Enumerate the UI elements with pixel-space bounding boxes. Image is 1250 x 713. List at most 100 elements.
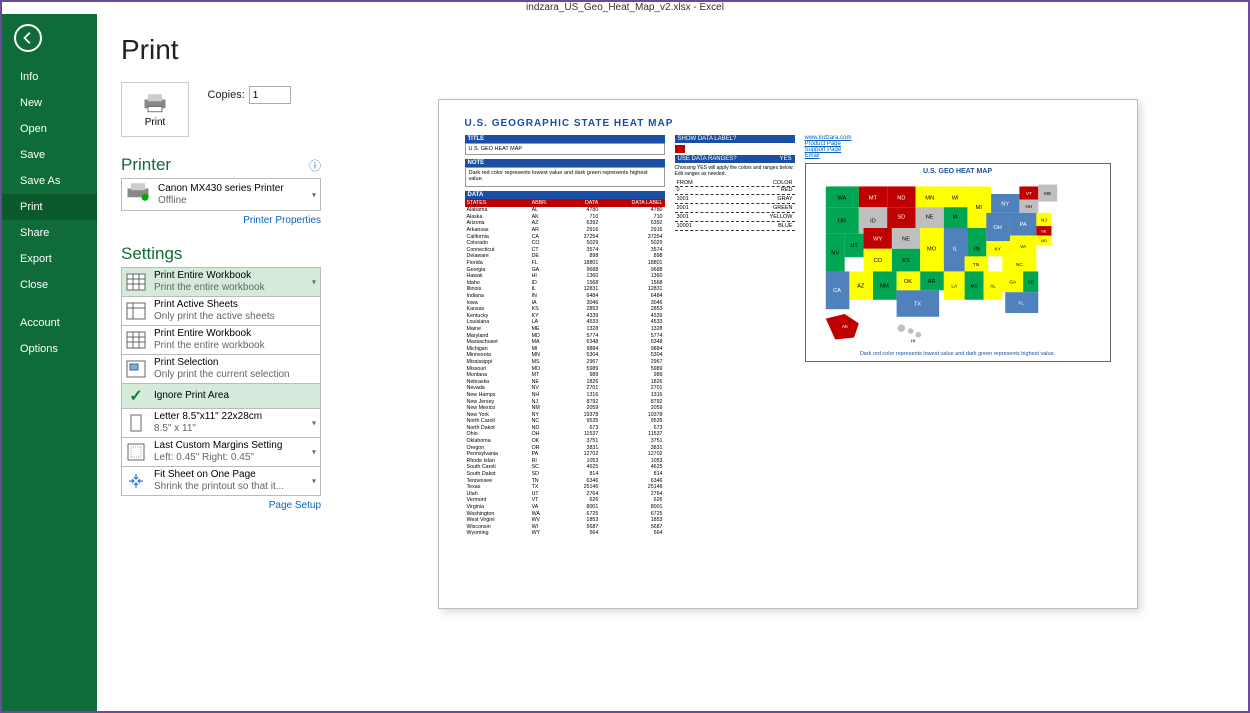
- caret-icon: ▾: [312, 278, 316, 287]
- table-row: New MexicoNM20592059: [465, 405, 665, 412]
- nav-account[interactable]: Account: [2, 310, 97, 336]
- setting-sub: Only print the active sheets: [154, 311, 275, 323]
- svg-text:CO: CO: [873, 258, 882, 264]
- svg-text:NH: NH: [1025, 204, 1032, 210]
- printer-info-icon[interactable]: ⓘ: [309, 157, 321, 174]
- printer-device-icon: [124, 181, 152, 208]
- setting-print-selection[interactable]: Print SelectionOnly print the current se…: [121, 355, 321, 384]
- svg-text:AR: AR: [927, 279, 935, 285]
- note-header: NOTE: [465, 159, 665, 167]
- setting-print-active-sheets[interactable]: Print Active SheetsOnly print the active…: [121, 297, 321, 326]
- page-icon: [124, 413, 148, 433]
- fit-icon: [124, 471, 148, 491]
- nav-close[interactable]: Close: [2, 272, 97, 298]
- table-row: New HampsNH13161316: [465, 392, 665, 399]
- table-row: WisconsinWI56875687: [465, 524, 665, 531]
- table-row: MarylandMD57745774: [465, 332, 665, 339]
- back-button[interactable]: [14, 24, 42, 52]
- nav-save-as[interactable]: Save As: [2, 168, 97, 194]
- table-row: KansasKS28532853: [465, 306, 665, 313]
- setting-scaling[interactable]: Fit Sheet on One PageShrink the printout…: [121, 467, 321, 496]
- table-row: MassachusetMA63486348: [465, 339, 665, 346]
- nav-export[interactable]: Export: [2, 246, 97, 272]
- table-row: AlaskaAK710710: [465, 214, 665, 221]
- setting-margins[interactable]: Last Custom Margins SettingLeft: 0.45" R…: [121, 438, 321, 467]
- col-states: STATES: [465, 199, 530, 207]
- range-row: 3001YELLOW: [675, 214, 795, 220]
- margins-icon: [124, 442, 148, 462]
- printer-icon: [141, 92, 169, 114]
- table-row: Rhode IslanRI10531053: [465, 458, 665, 465]
- svg-text:KS: KS: [902, 258, 910, 264]
- selection-icon: [124, 359, 148, 379]
- printer-status: Offline: [158, 195, 284, 207]
- nav-save[interactable]: Save: [2, 142, 97, 168]
- range-row: 10001BLUE: [675, 223, 795, 229]
- nav-options[interactable]: Options: [2, 336, 97, 362]
- svg-text:WA: WA: [837, 196, 846, 202]
- table-row: MinnesotaMN53045304: [465, 352, 665, 359]
- svg-text:IN: IN: [974, 247, 980, 253]
- svg-text:VA: VA: [1020, 244, 1027, 250]
- caret-icon: ▾: [312, 419, 316, 428]
- svg-text:MI: MI: [975, 205, 982, 211]
- table-row: MontanaMT989989: [465, 372, 665, 379]
- setting-sub: Print the entire workbook: [154, 282, 265, 294]
- setting-sub: Print the entire workbook: [154, 340, 265, 352]
- svg-text:HI: HI: [910, 338, 915, 344]
- table-row: North CaroliNC95359535: [465, 418, 665, 425]
- nav-open[interactable]: Open: [2, 116, 97, 142]
- svg-text:MT: MT: [868, 196, 877, 202]
- table-row: WashingtonWA67256725: [465, 510, 665, 517]
- table-row: TexasTX2514625146: [465, 484, 665, 491]
- checkmark-icon: ✓: [124, 386, 148, 406]
- table-row: FloridaFL1880118801: [465, 260, 665, 267]
- table-row: UtahUT27642764: [465, 491, 665, 498]
- svg-text:WY: WY: [873, 236, 882, 242]
- table-row: LouisianaLA45334533: [465, 319, 665, 326]
- svg-text:MD: MD: [1041, 239, 1047, 243]
- setting-print-scope-selected[interactable]: Print Entire WorkbookPrint the entire wo…: [121, 267, 321, 297]
- svg-text:AK: AK: [841, 324, 848, 330]
- page-title: Print: [121, 34, 321, 66]
- table-row: NebraskaNE18261826: [465, 378, 665, 385]
- svg-text:MS: MS: [970, 284, 977, 290]
- col-data: DATA: [566, 199, 600, 207]
- workbook-icon: [124, 272, 148, 292]
- printer-properties-link[interactable]: Printer Properties: [121, 215, 321, 226]
- table-row: OregonOR38313831: [465, 444, 665, 451]
- nav-new[interactable]: New: [2, 90, 97, 116]
- table-row: HawaiiHI13601360: [465, 273, 665, 280]
- svg-text:NM: NM: [879, 284, 888, 290]
- svg-text:ID: ID: [870, 218, 876, 224]
- setting-print-entire-workbook[interactable]: Print Entire WorkbookPrint the entire wo…: [121, 326, 321, 355]
- setting-ignore-print-area[interactable]: ✓ Ignore Print Area: [121, 384, 321, 409]
- svg-text:AL: AL: [990, 284, 996, 290]
- nav-info[interactable]: Info: [2, 64, 97, 90]
- range-row: 1001GRAY: [675, 196, 795, 202]
- svg-text:OH: OH: [993, 225, 1001, 231]
- table-row: OklahomaOK37513751: [465, 438, 665, 445]
- workbook-icon: [124, 330, 148, 350]
- svg-text:NV: NV: [831, 250, 839, 256]
- table-row: South DakotSD814814: [465, 471, 665, 478]
- printer-select[interactable]: Canon MX430 series Printer Offline ▾: [121, 178, 321, 211]
- map-title: U.S. GEO HEAT MAP: [810, 168, 1106, 175]
- copies-input[interactable]: [249, 86, 291, 104]
- nav-share[interactable]: Share: [2, 220, 97, 246]
- setting-paper-size[interactable]: Letter 8.5"x11" 22x28cm8.5" x 11" ▾: [121, 409, 321, 438]
- svg-text:TX: TX: [913, 301, 920, 307]
- col-label: DATA LABEL: [600, 199, 664, 207]
- table-row: DelawareDE898898: [465, 253, 665, 260]
- table-row: ArizonaAZ63926392: [465, 220, 665, 227]
- red-indicator: [675, 145, 685, 153]
- table-row: North DakotND673673: [465, 425, 665, 432]
- svg-text:KY: KY: [994, 247, 1001, 253]
- print-button[interactable]: Print: [121, 82, 189, 137]
- table-row: ColoradoCO50295029: [465, 240, 665, 247]
- caret-icon: ▾: [312, 190, 316, 199]
- data-table: STATES ABBR. DATA DATA LABEL AlabamaAL47…: [465, 199, 665, 537]
- page-setup-link[interactable]: Page Setup: [121, 500, 321, 511]
- nav-print[interactable]: Print: [2, 194, 97, 220]
- setting-sub: Shrink the printout so that it...: [154, 481, 284, 493]
